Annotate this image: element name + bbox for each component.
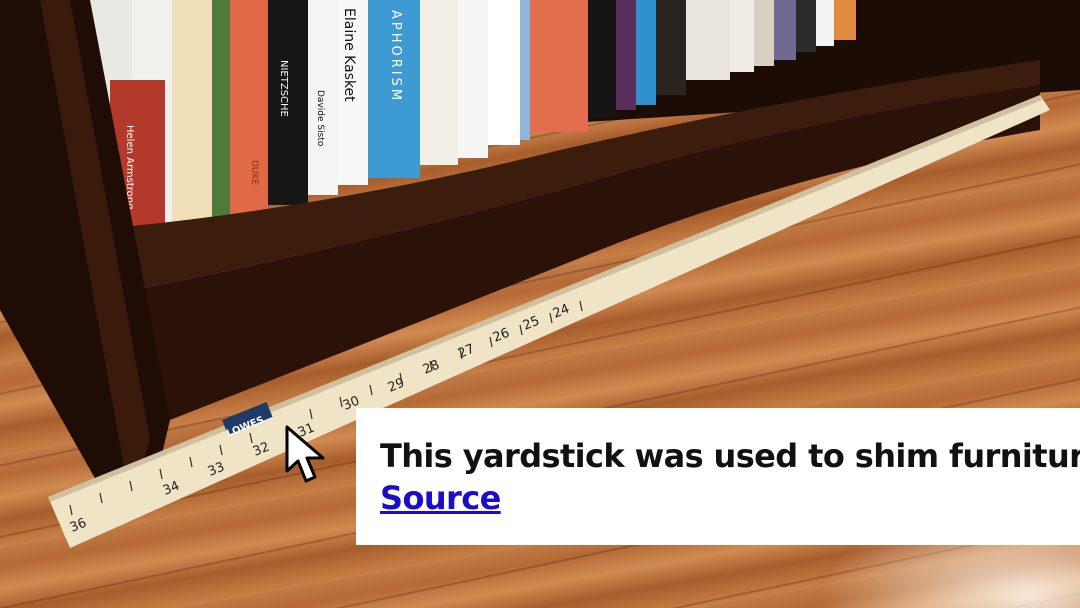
book-title: NIETZSCHE bbox=[278, 60, 289, 117]
book-spine bbox=[420, 0, 458, 165]
book-spine bbox=[588, 0, 616, 118]
book-spine bbox=[520, 0, 530, 140]
book-title: DUKE bbox=[249, 160, 259, 185]
book-spine bbox=[530, 0, 588, 132]
caption-text: This yardstick was used to shim furnitur… bbox=[380, 437, 1080, 475]
book-spine bbox=[212, 0, 230, 225]
book-spine bbox=[816, 0, 834, 46]
book-title: APHORISM bbox=[388, 10, 403, 103]
book-spine bbox=[172, 0, 212, 245]
book-spine bbox=[636, 0, 656, 105]
book-spine bbox=[230, 0, 268, 218]
photo-scene: Elaine Kasket APHORISM NIETZSCHE Davide … bbox=[0, 0, 1080, 608]
book-title: Davide Sisto bbox=[315, 90, 325, 147]
book-spine bbox=[458, 0, 488, 158]
book-spine bbox=[754, 0, 774, 66]
book-spine bbox=[730, 0, 754, 72]
book-spine bbox=[616, 0, 636, 110]
source-link[interactable]: Source bbox=[380, 478, 501, 518]
book-spine bbox=[774, 0, 796, 60]
book-spine bbox=[686, 0, 730, 80]
book-spine bbox=[488, 0, 520, 145]
book-spine bbox=[796, 0, 816, 52]
book-spine bbox=[656, 0, 686, 95]
book-title: Elaine Kasket bbox=[341, 8, 357, 102]
book-spine bbox=[834, 0, 856, 40]
arrow-pointer-icon bbox=[285, 425, 325, 483]
caption-box: This yardstick was used to shim furnitur… bbox=[356, 408, 1080, 545]
